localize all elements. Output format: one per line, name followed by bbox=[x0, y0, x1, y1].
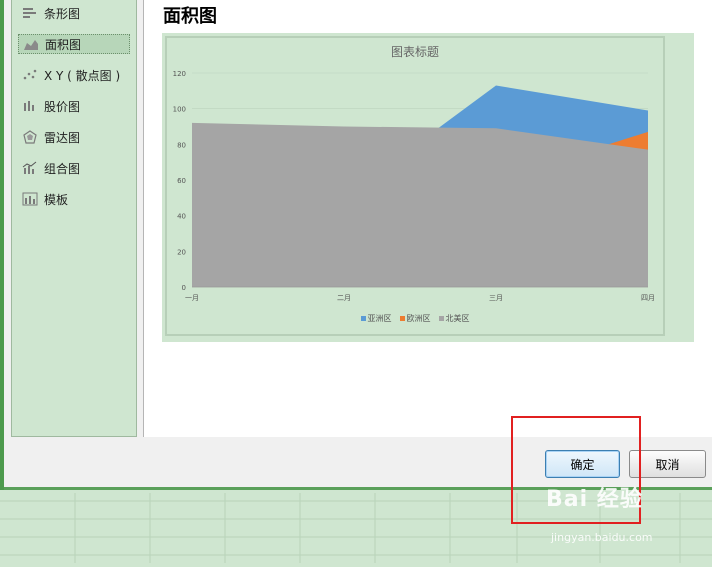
chart-type-list: 条形图 面积图 X Y ( 散点图 ) 股价图 雷达图 组合图 模板 bbox=[11, 0, 137, 437]
watermark-url: jingyan.baidu.com bbox=[551, 531, 653, 544]
sidebar-item-label: 雷达图 bbox=[44, 130, 81, 145]
chart-title: 图表标题 bbox=[390, 45, 439, 59]
sidebar-item-stock[interactable]: 股价图 bbox=[18, 96, 130, 116]
sidebar-item-combo[interactable]: 组合图 bbox=[18, 158, 130, 178]
template-icon bbox=[22, 192, 38, 206]
chart-type-title: 面积图 bbox=[163, 6, 217, 27]
sidebar-item-label: 条形图 bbox=[44, 6, 81, 21]
bar-chart-icon bbox=[22, 6, 38, 20]
sidebar-item-scatter[interactable]: X Y ( 散点图 ) bbox=[18, 65, 130, 85]
baidu-jingyan-logo: Bai 经验 bbox=[546, 487, 643, 512]
area-chart-icon bbox=[23, 37, 39, 51]
sidebar-item-label: 面积图 bbox=[45, 37, 82, 52]
sidebar-item-label: 模板 bbox=[44, 192, 69, 207]
sidebar-item-label: 股价图 bbox=[44, 99, 81, 114]
sidebar-item-area[interactable]: 面积图 bbox=[18, 34, 130, 54]
sidebar-item-bar[interactable]: 条形图 bbox=[18, 3, 130, 23]
sidebar-item-template[interactable]: 模板 bbox=[18, 189, 130, 209]
legend-item-europe: 欧洲区 bbox=[399, 313, 431, 324]
sidebar-item-label: X Y ( 散点图 ) bbox=[44, 68, 121, 83]
scatter-chart-icon bbox=[22, 68, 38, 82]
sidebar-item-label: 组合图 bbox=[44, 161, 81, 176]
chart-area-frame bbox=[165, 36, 665, 336]
stock-chart-icon bbox=[22, 99, 38, 113]
legend-item-north-america: 北美区 bbox=[438, 313, 470, 324]
chart-legend: 亚洲区 欧洲区 北美区 bbox=[165, 313, 665, 324]
combo-chart-icon bbox=[22, 161, 38, 175]
sidebar-item-radar[interactable]: 雷达图 bbox=[18, 127, 130, 147]
legend-item-asia: 亚洲区 bbox=[360, 313, 392, 324]
radar-chart-icon bbox=[22, 130, 38, 144]
